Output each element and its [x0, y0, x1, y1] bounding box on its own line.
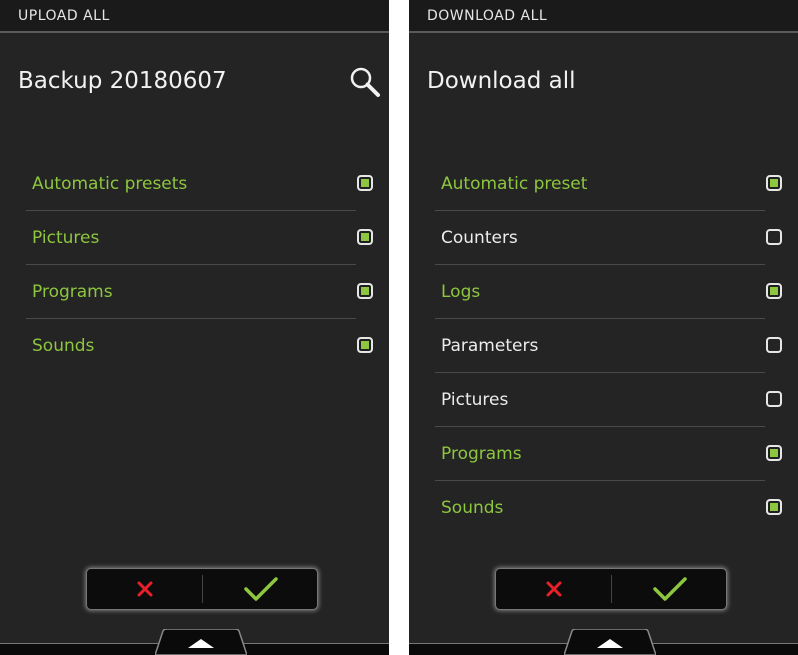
checkbox-checked[interactable] — [357, 175, 373, 191]
action-bar — [495, 568, 727, 610]
checkbox-checked[interactable] — [766, 283, 782, 299]
list-item[interactable]: Logs — [435, 265, 782, 319]
list-item[interactable]: Automatic presets — [26, 157, 373, 211]
list-item[interactable]: Parameters — [435, 319, 782, 373]
list-item-label: Programs — [32, 282, 113, 302]
cancel-button[interactable] — [87, 569, 202, 609]
top-bar-title: UPLOAD ALL — [18, 8, 110, 24]
confirm-button[interactable] — [203, 569, 318, 609]
checkbox-unchecked[interactable] — [766, 391, 782, 407]
list-item-label: Automatic preset — [441, 174, 588, 194]
close-icon — [546, 581, 561, 597]
list-item[interactable]: Sounds — [26, 319, 373, 373]
checkbox-checked[interactable] — [357, 229, 373, 245]
search-icon[interactable] — [348, 65, 382, 99]
list-item[interactable]: Automatic preset — [435, 157, 782, 211]
list-item-label: Pictures — [32, 228, 100, 248]
checkbox-checked[interactable] — [766, 499, 782, 515]
check-icon — [243, 577, 278, 601]
checkbox-checked[interactable] — [357, 337, 373, 353]
list-item[interactable]: Programs — [435, 427, 782, 481]
top-bar-title: DOWNLOAD ALL — [427, 8, 548, 24]
list-item-label: Sounds — [441, 498, 504, 518]
top-bar: DOWNLOAD ALL — [409, 0, 798, 33]
list-item-label: Programs — [441, 444, 522, 464]
list-item[interactable]: Programs — [26, 265, 373, 319]
checkbox-checked[interactable] — [766, 175, 782, 191]
confirm-button[interactable] — [612, 569, 727, 609]
pull-up-tab[interactable] — [564, 629, 656, 655]
page-title: Download all — [427, 68, 576, 94]
check-icon — [652, 577, 687, 601]
checkbox-unchecked[interactable] — [766, 229, 782, 245]
list-item[interactable]: Pictures — [435, 373, 782, 427]
action-bar — [86, 568, 318, 610]
upload-all-panel: UPLOAD ALL Backup 20180607 Automatic pre… — [0, 0, 389, 655]
list-item[interactable]: Pictures — [26, 211, 373, 265]
checkbox-checked[interactable] — [766, 445, 782, 461]
checkbox-checked[interactable] — [357, 283, 373, 299]
pull-up-tab[interactable] — [155, 629, 247, 655]
close-icon — [137, 581, 152, 597]
list-item[interactable]: Sounds — [435, 481, 782, 535]
cancel-button[interactable] — [496, 569, 611, 609]
list-item-label: Automatic presets — [32, 174, 188, 194]
top-bar: UPLOAD ALL — [0, 0, 389, 33]
list-item-label: Sounds — [32, 336, 95, 356]
list-item-label: Logs — [441, 282, 481, 302]
download-all-panel: DOWNLOAD ALL Download all Automatic pres… — [409, 0, 798, 655]
checkbox-unchecked[interactable] — [766, 337, 782, 353]
item-list: Automatic presets Pictures Programs Sounds — [26, 157, 373, 373]
list-item[interactable]: Counters — [435, 211, 782, 265]
page-title: Backup 20180607 — [18, 68, 227, 94]
item-list: Automatic preset Counters Logs Parameters Pi… — [435, 157, 782, 535]
list-item-label: Counters — [441, 228, 518, 248]
list-item-label: Pictures — [441, 390, 509, 410]
list-item-label: Parameters — [441, 336, 539, 356]
